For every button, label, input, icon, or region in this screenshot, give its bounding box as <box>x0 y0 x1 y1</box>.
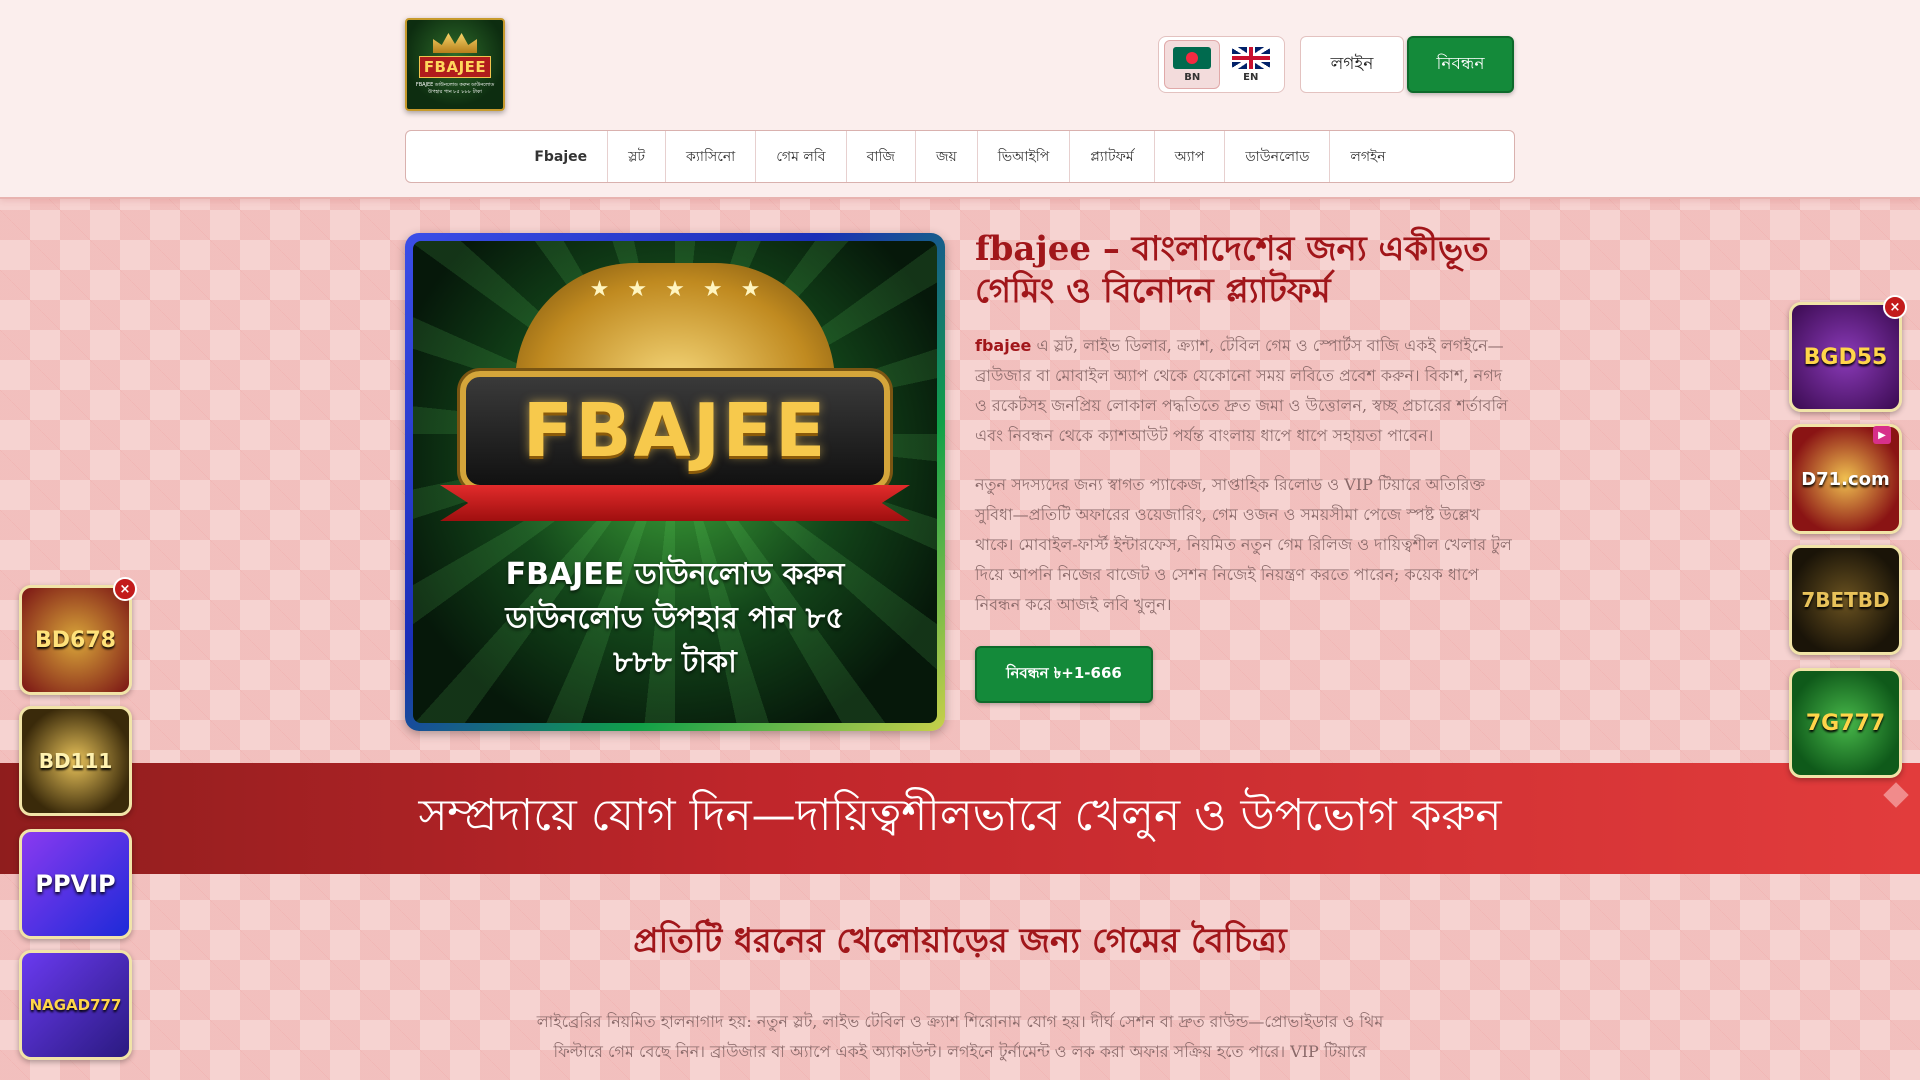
ad-nagad777[interactable]: NAGAD777 <box>19 950 132 1060</box>
ad-bd111[interactable]: BD111 <box>19 706 132 816</box>
ad-label: BD678 <box>35 627 116 653</box>
nav-item-win[interactable]: জয় <box>916 131 978 182</box>
hero-paragraph-1-text: এ স্লট, লাইভ ডিলার, ক্র্যাশ, টেবিল গেম ও… <box>975 336 1508 445</box>
ad-bgd55[interactable]: BGD55 <box>1789 302 1902 412</box>
close-icon[interactable]: × <box>113 577 137 601</box>
lang-option-bn[interactable]: BN <box>1164 40 1221 89</box>
hero-logo-plaque: FBAJEE <box>460 371 890 491</box>
ad-label: NAGAD777 <box>29 996 122 1014</box>
star-icon: ★ <box>589 277 610 302</box>
ad-label: 7BETBD <box>1801 588 1890 612</box>
hero-title: fbajee – বাংলাদেশের জন্য একীভূত গেমিং ও … <box>975 229 1489 311</box>
banner-heading: সম্প্রদায়ে যোগ দিন—দায়িত্বশীলভাবে খেলু… <box>418 790 1502 841</box>
play-icon[interactable]: ▶ <box>1873 426 1891 444</box>
main-nav: Fbajee স্লট ক্যাসিনো গেম লবি বাজি জয় ভি… <box>405 130 1515 183</box>
star-icon: ★ <box>665 277 685 302</box>
ad-7betbd[interactable]: 7BETBD <box>1789 545 1902 655</box>
ad-bd678[interactable]: BD678 <box>19 585 132 695</box>
nav-item-platform[interactable]: প্ল্যাটফর্ম <box>1070 131 1155 182</box>
lang-code-bn: BN <box>1184 71 1201 83</box>
nav-item-fbajee[interactable]: Fbajee <box>514 131 609 182</box>
section-title: প্রতিটি ধরনের খেলোয়াড়ের জন্য গেমের বৈচ… <box>633 921 1287 961</box>
star-icon: ★ <box>702 277 723 302</box>
hero-caption-line-2: ডাউনলোড উপহার পান ৮৫ <box>505 601 845 636</box>
lang-option-en[interactable]: EN <box>1223 40 1279 89</box>
hero-ribbon <box>440 485 910 521</box>
ad-label: BD111 <box>38 749 113 773</box>
site-header: FBAJEE FBAJEE ডাউনলোড করুন ডাউনলোড উপহার… <box>0 0 1920 199</box>
ad-label: PPVIP <box>35 870 116 898</box>
hero-caption-line-1: FBAJEE ডাউনলোড করুন <box>505 557 845 592</box>
login-button[interactable]: লগইন <box>1300 36 1404 93</box>
nav-item-game-lobby[interactable]: গেম লবি <box>756 131 847 182</box>
hero-paragraph-2: নতুন সদস্যদের জন্য স্বাগত প্যাকেজ, সাপ্ত… <box>975 475 1512 614</box>
language-switcher: BN EN <box>1158 36 1285 93</box>
nav-item-app[interactable]: অ্যাপ <box>1155 131 1226 182</box>
nav-item-bet[interactable]: বাজি <box>847 131 916 182</box>
hero-image-inner: ★ ★ ★ ★ ★ FBAJEE FBAJEE ডাউনলোড করুন ডাউ… <box>413 241 937 723</box>
ad-7g777[interactable]: 7G777 <box>1789 668 1902 778</box>
nav-item-vip[interactable]: ভিআইপি <box>978 131 1071 182</box>
ad-ppvip[interactable]: PPVIP <box>19 829 132 939</box>
nav-item-download[interactable]: ডাউনলোড <box>1225 131 1331 182</box>
close-icon[interactable]: × <box>1883 295 1907 319</box>
bangladesh-flag-icon <box>1173 46 1212 69</box>
hero-image-caption: FBAJEE ডাউনলোড করুন ডাউনলোড উপহার পান ৮৫… <box>505 553 844 685</box>
ad-label: BGD55 <box>1803 344 1888 370</box>
hero-banner-image: ★ ★ ★ ★ ★ FBAJEE FBAJEE ডাউনলোড করুন ডাউ… <box>405 233 945 731</box>
nav-item-slot[interactable]: স্লট <box>608 131 667 182</box>
star-icon: ★ <box>627 277 648 302</box>
hero-logo-text: FBAJEE <box>522 388 828 474</box>
community-banner: সম্প্রদায়ে যোগ দিন—দায়িত্বশীলভাবে খেলু… <box>0 763 1920 874</box>
brand-name[interactable]: fbajee <box>975 336 1031 355</box>
logo-subtext: FBAJEE ডাউনলোড করুন ডাউনলোড উপহার পান ৮৫… <box>415 82 495 95</box>
crown-icon <box>433 33 477 53</box>
uk-flag-icon <box>1231 46 1270 69</box>
hero-caption-line-3: ৮৮৮ টাকা <box>613 645 737 680</box>
ad-label: 7G777 <box>1805 710 1886 736</box>
register-button[interactable]: নিবন্ধন <box>1407 36 1514 93</box>
section-paragraph: লাইব্রেরির নিয়মিত হালনাগাদ হয়: নতুন স্… <box>536 1012 1384 1061</box>
site-logo[interactable]: FBAJEE FBAJEE ডাউনলোড করুন ডাউনলোড উপহার… <box>405 18 505 111</box>
hero-paragraph-1: fbajee এ স্লট, লাইভ ডিলার, ক্র্যাশ, টেবি… <box>975 331 1515 451</box>
nav-item-login[interactable]: লগইন <box>1330 131 1405 182</box>
logo-text: FBAJEE <box>418 56 492 78</box>
ad-label: D71.com <box>1801 468 1890 490</box>
nav-item-casino[interactable]: ক্যাসিনো <box>666 131 757 182</box>
diamond-icon <box>1883 782 1909 808</box>
star-icon: ★ <box>740 277 761 302</box>
register-cta-button[interactable]: নিবন্ধন ৳+1-666 <box>975 646 1153 703</box>
lang-code-en: EN <box>1243 71 1259 83</box>
